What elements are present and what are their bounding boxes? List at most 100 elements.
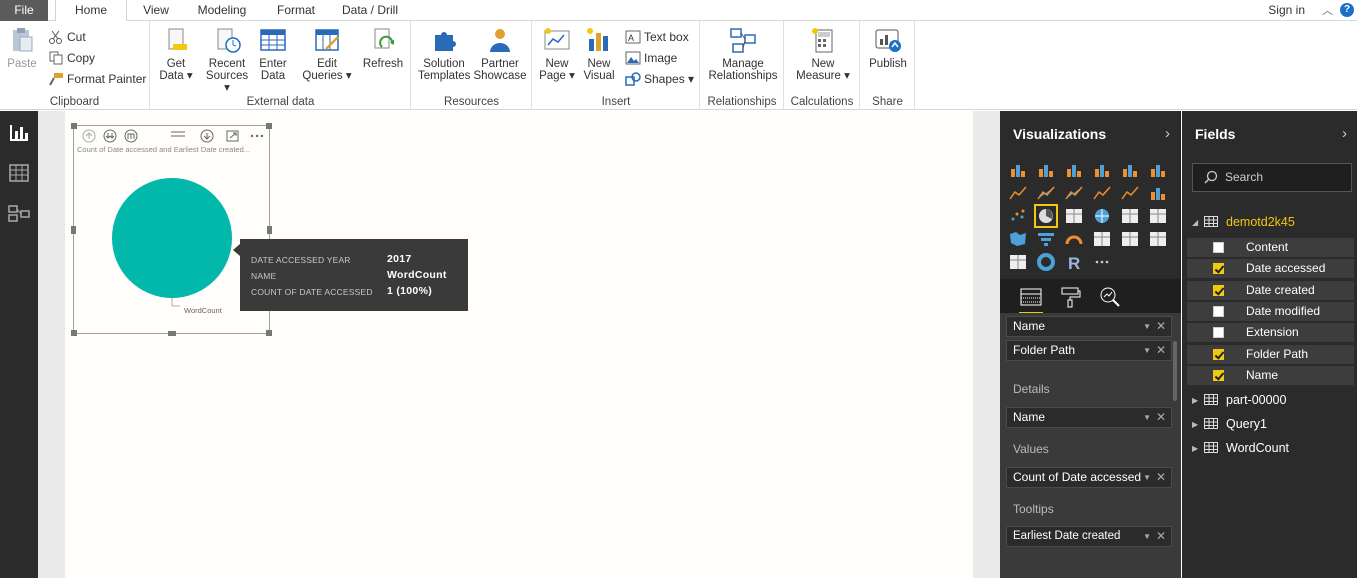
kpi-icon[interactable] [1148, 229, 1168, 249]
funnel-icon[interactable] [1036, 229, 1056, 249]
pie-chart-icon[interactable] [1034, 204, 1058, 228]
field-row[interactable]: Name [1187, 365, 1354, 385]
ribbon-chart-icon[interactable] [1148, 183, 1168, 203]
field-row[interactable]: Folder Path [1187, 344, 1354, 364]
recent-sources-button[interactable]: Recent Sources ▾ [202, 25, 252, 94]
collapse-ribbon-icon[interactable]: ︿ [1322, 2, 1333, 18]
analytics-magnifier-icon[interactable] [1098, 286, 1122, 308]
field-checkbox[interactable] [1213, 284, 1224, 296]
collapsed-triangle-icon[interactable]: ▶ [1192, 440, 1202, 458]
tab-format[interactable]: Format [268, 0, 324, 21]
more-visuals-icon[interactable] [1092, 252, 1112, 272]
new-measure-button[interactable]: New Measure ▾ [791, 25, 855, 82]
remove-field-icon[interactable]: ✕ [1156, 468, 1166, 487]
field-row[interactable]: Extension [1187, 323, 1354, 343]
100-bar-icon[interactable] [1120, 160, 1140, 180]
map-icon[interactable] [1092, 206, 1112, 226]
tab-home[interactable]: Home [55, 0, 127, 22]
enter-data-button[interactable]: Enter Data [255, 25, 291, 82]
collapsed-triangle-icon[interactable]: ▶ [1192, 392, 1202, 410]
values-well-count[interactable]: Count of Date accessed ▼ ✕ [1006, 467, 1172, 488]
remove-field-icon[interactable]: ✕ [1156, 527, 1166, 546]
format-paint-roller-icon[interactable] [1058, 286, 1082, 308]
legend-well-name[interactable]: Name ▼ ✕ [1006, 316, 1172, 337]
chevron-down-icon[interactable]: ▼ [1143, 317, 1151, 336]
collapse-fields-icon[interactable]: › [1342, 125, 1347, 142]
collapsed-triangle-icon[interactable]: ▶ [1192, 416, 1202, 434]
shapes-button[interactable]: Shapes ▾ [625, 70, 694, 88]
text-box-button[interactable]: A Text box [625, 28, 689, 46]
table-demotd2k45[interactable]: ◢ demotd2k45 [1192, 213, 1295, 231]
partner-showcase-button[interactable]: Partner Showcase [472, 25, 528, 82]
help-icon[interactable]: ? [1340, 3, 1354, 17]
tooltips-well-earliest[interactable]: Earliest Date created ▼ ✕ [1006, 526, 1172, 547]
field-row[interactable]: Date modified [1187, 301, 1354, 321]
table-wordcount[interactable]: ▶ WordCount [1192, 439, 1289, 457]
refresh-button[interactable]: Refresh [361, 25, 405, 70]
line-clustered-icon[interactable] [1120, 183, 1140, 203]
multi-row-card-icon[interactable] [1120, 229, 1140, 249]
chevron-down-icon[interactable]: ▼ [1143, 468, 1151, 487]
field-checkbox[interactable] [1213, 305, 1224, 317]
clustered-bar-icon[interactable] [1064, 160, 1084, 180]
tab-modeling[interactable]: Modeling [187, 0, 257, 21]
collapse-visualizations-icon[interactable]: › [1165, 125, 1170, 142]
field-row[interactable]: Date accessed [1187, 259, 1354, 279]
field-checkbox[interactable] [1213, 263, 1224, 275]
table-icon[interactable] [1120, 206, 1140, 226]
pie-slice-wordcount[interactable] [112, 178, 232, 298]
fields-tab-icon[interactable] [1019, 286, 1043, 314]
remove-field-icon[interactable]: ✕ [1156, 317, 1166, 336]
report-view-icon[interactable] [8, 123, 30, 143]
new-page-button[interactable]: New Page ▾ [539, 25, 575, 82]
manage-relationships-button[interactable]: Manage Relationships [705, 25, 781, 82]
100-column-icon[interactable] [1148, 160, 1168, 180]
new-visual-button[interactable]: New Visual [581, 25, 617, 82]
field-row[interactable]: Content [1187, 238, 1354, 257]
copy-button[interactable]: Copy [48, 49, 95, 67]
field-checkbox[interactable] [1213, 369, 1224, 381]
tab-view[interactable]: View [135, 0, 177, 21]
field-checkbox[interactable] [1213, 242, 1224, 253]
line-column-icon[interactable] [1092, 183, 1112, 203]
sign-in-link[interactable]: Sign in [1268, 3, 1305, 17]
publish-button[interactable]: Publish [865, 25, 911, 70]
filled-map-icon[interactable] [1008, 229, 1028, 249]
tab-data-drill[interactable]: Data / Drill [336, 0, 404, 21]
image-button[interactable]: Image [625, 49, 677, 67]
legend-well-folder-path[interactable]: Folder Path ▼ ✕ [1006, 340, 1172, 361]
get-data-button[interactable]: Get Data ▾ [157, 25, 195, 82]
slicer-icon[interactable] [1008, 252, 1028, 272]
wells-scrollbar[interactable] [1173, 341, 1177, 401]
tab-file[interactable]: File [0, 0, 48, 21]
remove-field-icon[interactable]: ✕ [1156, 408, 1166, 427]
details-well-name[interactable]: Name ▼ ✕ [1006, 407, 1172, 428]
format-painter-button[interactable]: Format Painter [48, 70, 146, 88]
solution-templates-button[interactable]: Solution Templates [418, 25, 470, 82]
data-view-icon[interactable] [8, 163, 30, 183]
expanded-triangle-icon[interactable]: ◢ [1192, 214, 1202, 232]
r-visual-icon[interactable]: R [1064, 252, 1084, 273]
table-query1[interactable]: ▶ Query1 [1192, 415, 1267, 433]
card-icon[interactable] [1092, 229, 1112, 249]
chevron-down-icon[interactable]: ▼ [1143, 527, 1151, 546]
stacked-area-icon[interactable] [1064, 183, 1084, 203]
chevron-down-icon[interactable]: ▼ [1143, 341, 1151, 360]
cut-button[interactable]: Cut [48, 28, 86, 46]
edit-queries-button[interactable]: Edit Queries ▾ [301, 25, 353, 82]
matrix-icon[interactable] [1148, 206, 1168, 226]
area-chart-icon[interactable] [1036, 183, 1056, 203]
line-chart-icon[interactable] [1008, 183, 1028, 203]
field-checkbox[interactable] [1213, 348, 1224, 360]
stacked-column-icon[interactable] [1036, 160, 1056, 180]
table-part-00000[interactable]: ▶ part-00000 [1192, 391, 1286, 409]
remove-field-icon[interactable]: ✕ [1156, 341, 1166, 360]
stacked-bar-icon[interactable] [1008, 160, 1028, 180]
gauge-icon[interactable] [1064, 229, 1084, 249]
field-row[interactable]: Date created [1187, 280, 1354, 300]
clustered-column-icon[interactable] [1092, 160, 1112, 180]
scatter-icon[interactable] [1008, 206, 1028, 226]
relationships-view-icon[interactable] [8, 203, 30, 223]
chevron-down-icon[interactable]: ▼ [1143, 408, 1151, 427]
donut-icon[interactable] [1036, 252, 1056, 272]
